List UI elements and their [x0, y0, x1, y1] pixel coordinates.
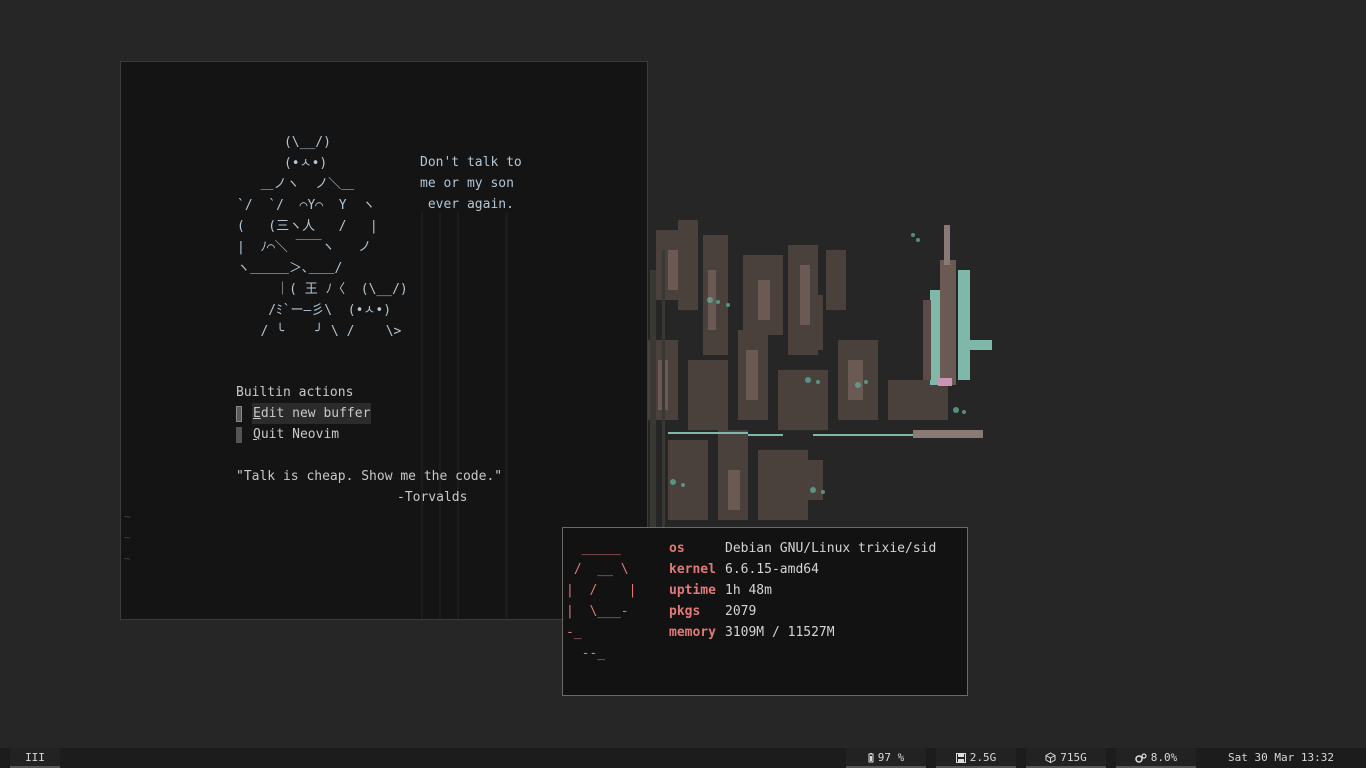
info-row-uptime: uptime 1h 48m [669, 580, 936, 601]
empty-line-tilde: ~ [124, 510, 131, 523]
battery-value: 97 % [877, 751, 905, 764]
footer-quote: "Talk is cheap. Show me the code." [236, 469, 503, 484]
neofetch-terminal[interactable]: _____ / __ \ | / | | \___- -_ --_ os Deb… [562, 527, 968, 696]
info-value: 3109M / 11527M [725, 625, 835, 640]
battery-widget[interactable]: 97 % [846, 748, 926, 768]
action-text: dit new buffer [260, 406, 371, 421]
action-quit-neovim[interactable]: Quit Neovim [236, 424, 371, 445]
action-hotkey: Q [253, 427, 261, 442]
background-stripe [457, 212, 459, 619]
info-row-memory: memory 3109M / 11527M [669, 622, 936, 643]
clock-text: Sat 30 Mar 13:32 [1228, 751, 1334, 764]
disk-widget[interactable]: 715G [1026, 748, 1106, 768]
floppy-icon [955, 753, 966, 763]
info-value: Debian GNU/Linux trixie/sid [725, 541, 937, 556]
info-value: 2079 [725, 604, 757, 619]
info-row-pkgs: pkgs 2079 [669, 601, 936, 622]
cube-icon [1045, 752, 1056, 764]
action-edit-new-buffer[interactable]: Edit new buffer [236, 403, 372, 424]
dashboard-actions: Builtin actions Edit new buffer Quit Neo… [236, 382, 372, 445]
memory-value: 2.5G [969, 751, 997, 764]
sign-column-marker [236, 426, 242, 443]
actions-header: Builtin actions [236, 385, 354, 400]
info-key: pkgs [669, 604, 701, 619]
action-text: uit Neovim [260, 427, 340, 442]
workspace-label: III [25, 751, 45, 764]
background-stripe [439, 212, 441, 619]
clock-widget[interactable]: Sat 30 Mar 13:32 [1206, 748, 1356, 768]
ascii-art-header: (\__/) (•ㅅ•) ＿ノヽ ノ＼＿ `/ `/ ⌒Y⌒ Y ヽ ( (三ヽ… [237, 135, 408, 339]
battery-icon [868, 753, 874, 763]
action-label[interactable]: Edit new buffer [252, 403, 372, 424]
action-hotkey: E [253, 406, 261, 421]
debian-logo-ascii: _____ / __ \ | / | | \___- -_ --_ [566, 541, 637, 661]
info-value: 6.6.15-amd64 [725, 562, 819, 577]
memory-widget[interactable]: 2.5G [936, 748, 1016, 768]
info-key: uptime [669, 583, 716, 598]
speech-bubble-text: Don't talk to me or my son ever again. [420, 155, 522, 212]
info-row-kernel: kernel 6.6.15-amd64 [669, 559, 936, 580]
action-label[interactable]: Quit Neovim [252, 424, 340, 445]
info-key: kernel [669, 562, 716, 577]
info-key: memory [669, 625, 716, 640]
disk-value: 715G [1060, 751, 1087, 764]
empty-line-tilde: ~ [124, 552, 131, 565]
background-stripe [421, 212, 423, 619]
background-stripe [505, 212, 508, 619]
info-row-os: os Debian GNU/Linux trixie/sid [669, 538, 936, 559]
system-info: os Debian GNU/Linux trixie/sid kernel 6.… [669, 538, 936, 643]
footer-author: -Torvalds [397, 490, 468, 505]
cpu-widget[interactable]: 8.0% [1116, 748, 1196, 768]
gears-icon [1135, 753, 1147, 763]
empty-line-tilde: ~ [124, 531, 131, 544]
pixel-city-wallpaper [648, 220, 992, 528]
info-value: 1h 48m [725, 583, 772, 598]
workspace-indicator[interactable]: III [10, 748, 60, 768]
cursor-block [236, 405, 242, 422]
info-key: os [669, 541, 685, 556]
status-bar: III 97 % 2.5G 715G 8.0% Sat 30 Mar 13:32 [0, 748, 1366, 768]
cpu-value: 8.0% [1150, 751, 1178, 764]
